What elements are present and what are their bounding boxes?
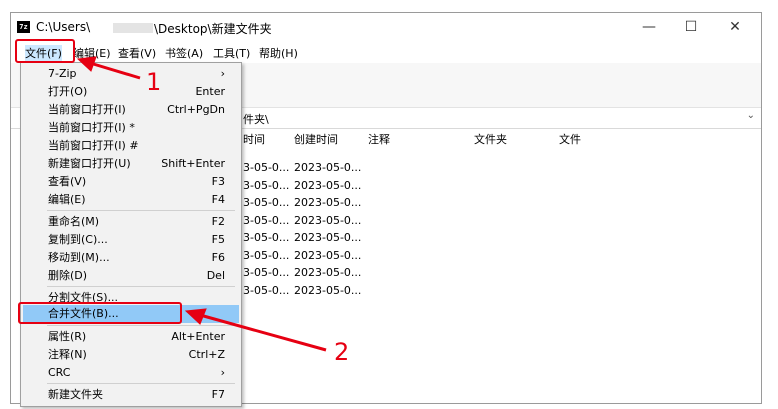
arrow-head-2 bbox=[184, 308, 207, 325]
arrow-line-2 bbox=[199, 313, 327, 352]
arrow-line-1 bbox=[89, 61, 141, 80]
arrow-head-1 bbox=[76, 56, 97, 72]
annotation-arrows bbox=[76, 56, 327, 352]
